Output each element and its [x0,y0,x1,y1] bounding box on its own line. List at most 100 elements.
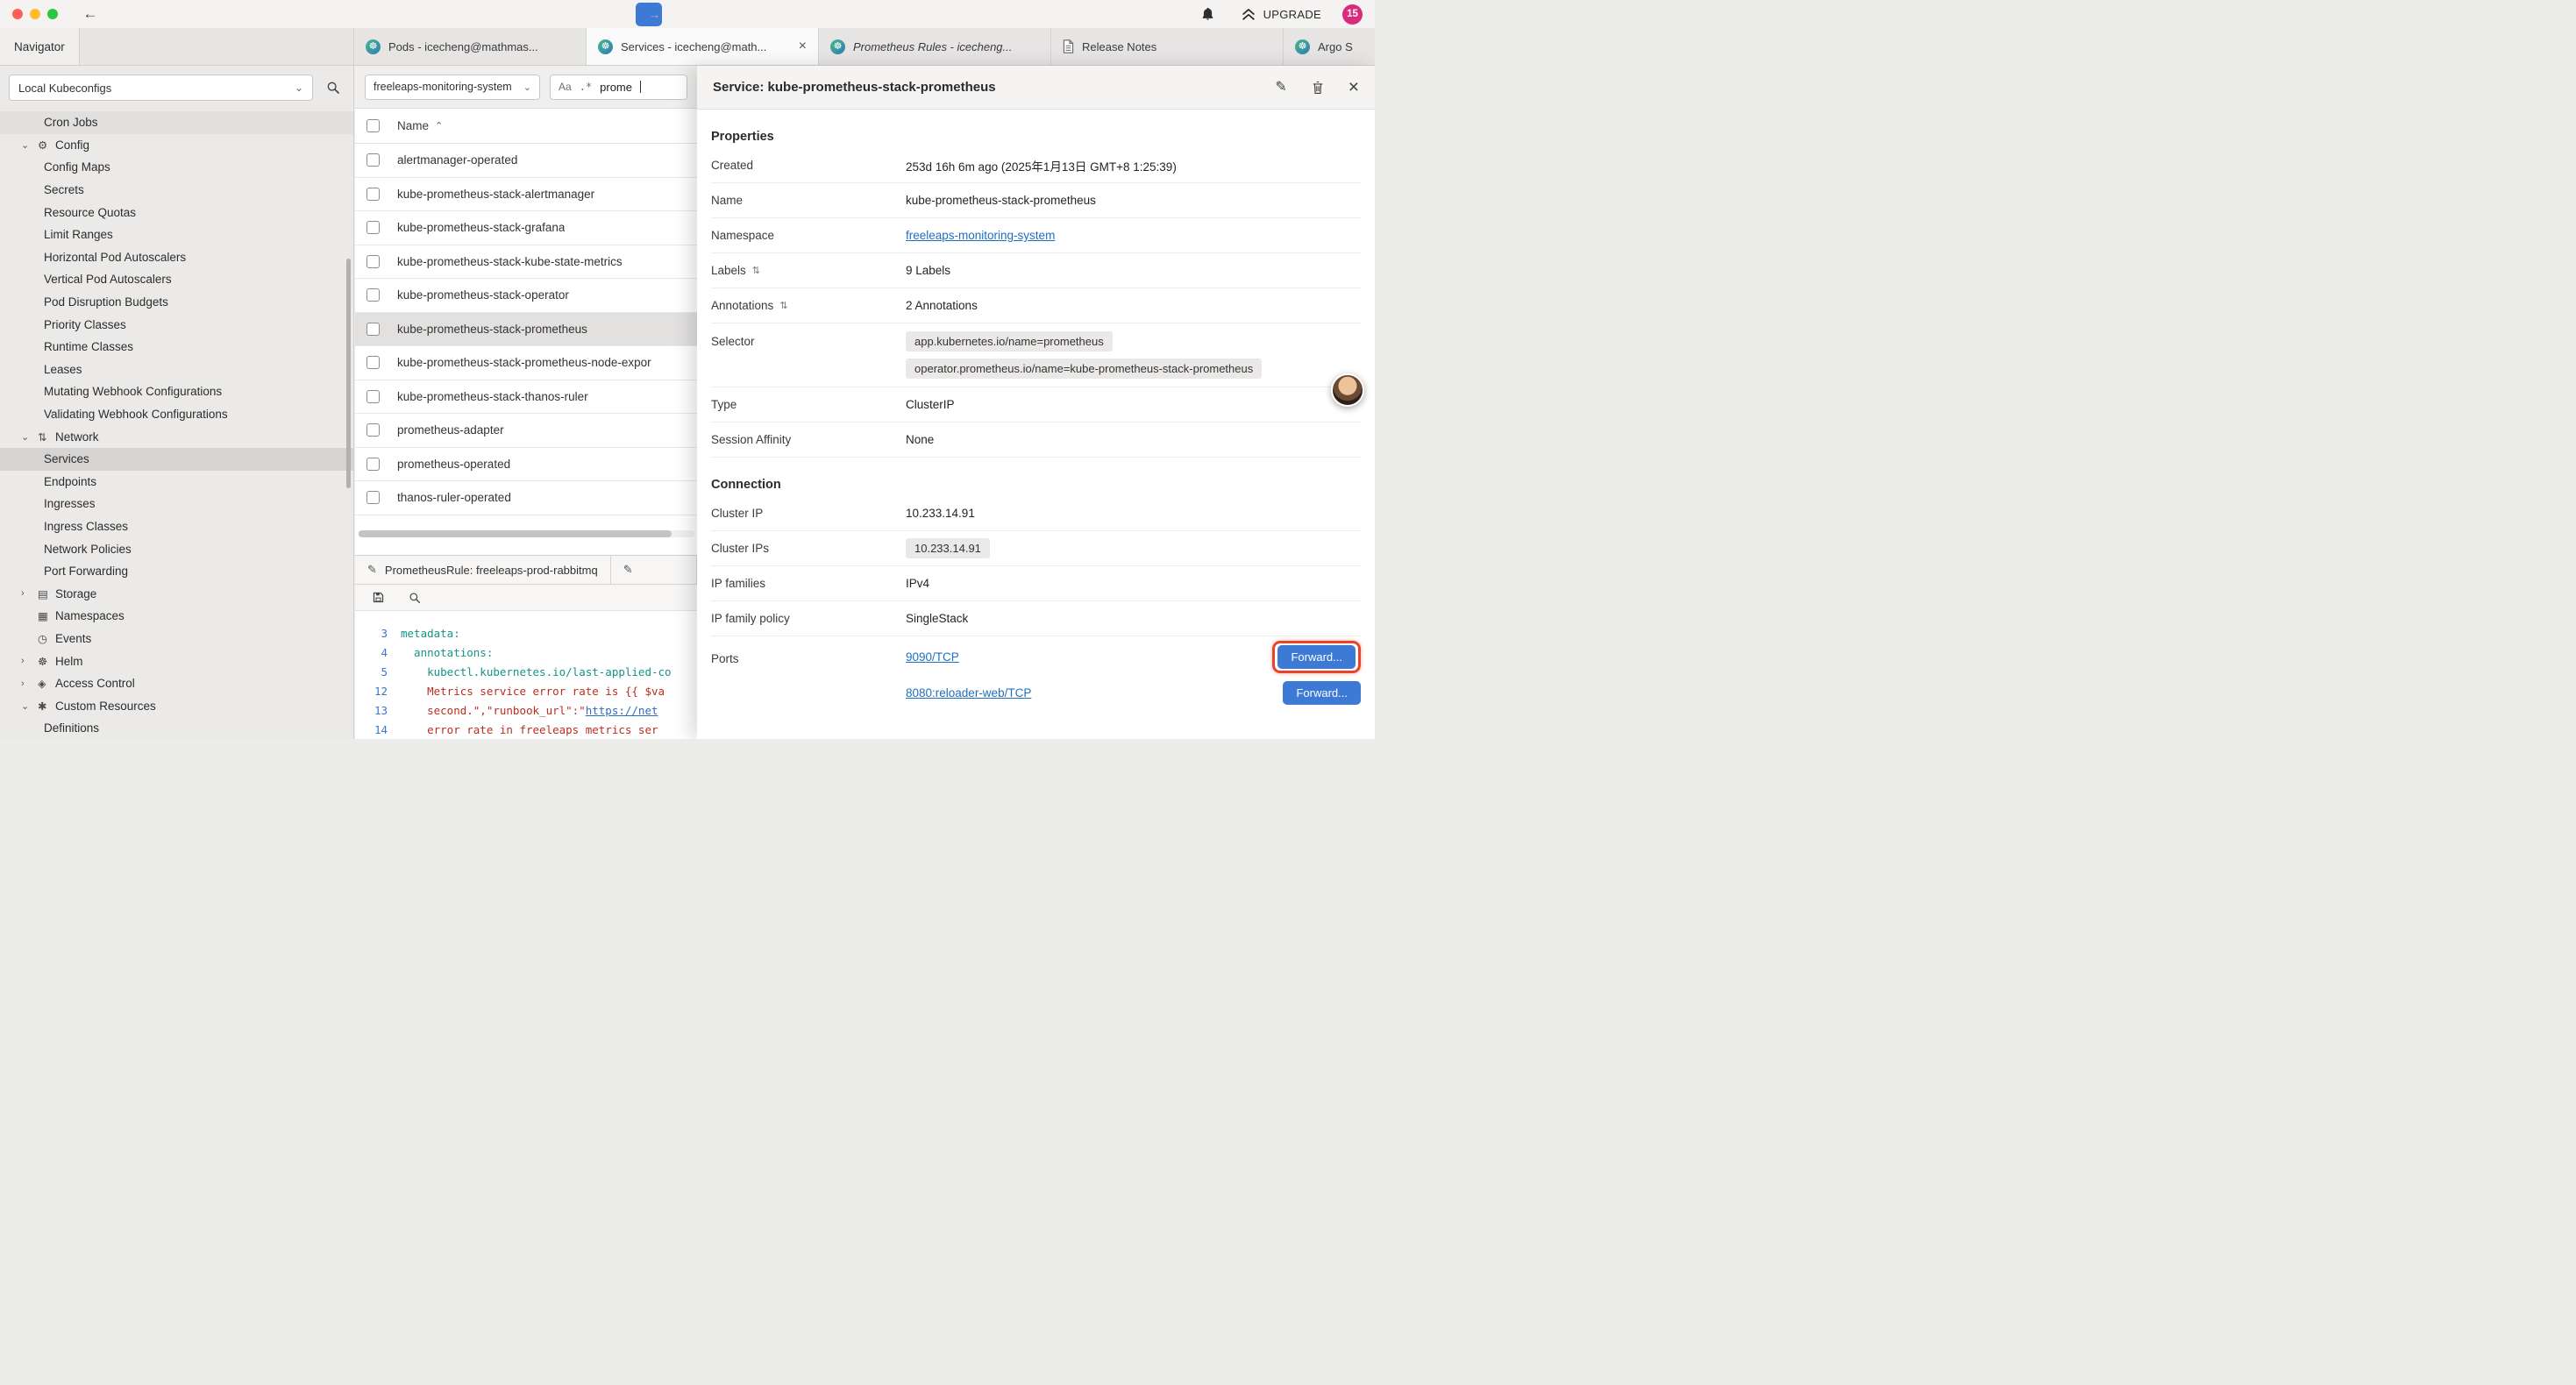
sidebar-item-storage[interactable]: › ▤ Storage [0,582,353,605]
close-icon[interactable]: × [1348,78,1359,96]
table-row[interactable]: kube-prometheus-stack-thanos-ruler [355,380,697,415]
horizontal-scrollbar[interactable] [358,530,694,537]
yaml-editor[interactable]: 3metadata: 4 annotations: 5 kubectl.kube… [355,611,697,739]
expand-collapse-icon[interactable]: ⇅ [779,300,787,311]
sidebar-item-network[interactable]: ⌄ ⇅ Network [0,425,353,448]
row-checkbox[interactable] [366,221,380,234]
row-checkbox[interactable] [366,323,380,336]
sidebar-item-vertical-pod-autoscalers[interactable]: Vertical Pod Autoscalers [0,268,353,291]
forward-button[interactable]: Forward... [1283,681,1361,705]
sidebar-item-port-forwarding[interactable]: Port Forwarding [0,560,353,583]
expand-collapse-icon[interactable]: ⇅ [752,265,760,276]
search-input[interactable]: Aa .* prome [550,75,687,100]
sidebar-item-leases[interactable]: Leases [0,359,353,381]
sidebar-item-limit-ranges[interactable]: Limit Ranges [0,224,353,246]
sidebar-item-helm[interactable]: › ☸ Helm [0,650,353,672]
sidebar-item-config-maps[interactable]: Config Maps [0,156,353,179]
sidebar-item-horizontal-pod-autoscalers[interactable]: Horizontal Pod Autoscalers [0,246,353,269]
sidebar-item-label: Config [55,138,89,152]
regex-toggle[interactable]: .* [580,81,592,93]
match-case-toggle[interactable]: Aa [559,81,572,93]
user-avatar[interactable] [1331,373,1364,407]
table-row[interactable]: kube-prometheus-stack-grafana [355,211,697,245]
tab-services[interactable]: ☸ Services - icecheng@math... × [587,28,819,65]
dock-tab-partial[interactable]: ✎ [611,556,697,584]
chevron-right-icon: › [21,656,38,666]
port-link-8080[interactable]: 8080:reloader-web/TCP [906,686,1031,700]
row-checkbox[interactable] [366,390,380,403]
row-checkbox[interactable] [366,188,380,201]
sidebar-item-label: Cron Jobs [44,116,98,129]
editor-search-icon[interactable] [403,586,426,609]
minimize-window-button[interactable] [30,9,40,19]
table-row[interactable]: prometheus-operated [355,448,697,482]
table-row[interactable]: kube-prometheus-stack-kube-state-metrics [355,245,697,280]
sidebar-item-config[interactable]: ⌄ ⚙ Config [0,134,353,157]
network-icon: ⇅ [38,430,55,444]
tab-pods[interactable]: ☸ Pods - icecheng@mathmas... [354,28,587,65]
line-number: 12 [355,685,401,698]
table-row[interactable]: prometheus-adapter [355,414,697,448]
column-header-name[interactable]: Name [397,119,429,132]
sidebar-item-ingress-classes[interactable]: Ingress Classes [0,515,353,538]
sidebar-item-resource-quotas[interactable]: Resource Quotas [0,201,353,224]
table-row[interactable]: kube-prometheus-stack-prometheus-node-ex… [355,346,697,380]
sidebar-search-icon[interactable] [322,76,345,99]
table-row[interactable]: kube-prometheus-stack-alertmanager [355,178,697,212]
scrollbar-thumb[interactable] [359,530,672,537]
sidebar-item-pod-disruption-budgets[interactable]: Pod Disruption Budgets [0,291,353,314]
table-row[interactable]: thanos-ruler-operated [355,481,697,515]
port-link-9090[interactable]: 9090/TCP [906,650,959,664]
close-tab-icon[interactable]: × [799,39,807,54]
sidebar-item-access-control[interactable]: › ◈ Access Control [0,672,353,695]
back-icon[interactable]: ← [79,5,102,23]
sidebar-item-endpoints[interactable]: Endpoints [0,471,353,494]
row-checkbox[interactable] [366,255,380,268]
dock-tab-prometheusrule[interactable]: ✎ PrometheusRule: freeleaps-prod-rabbitm… [355,556,611,584]
edit-pencil-icon[interactable]: ✎ [1275,81,1286,95]
sidebar-item-validating-webhook-configurations[interactable]: Validating Webhook Configurations [0,403,353,426]
sidebar-item-definitions[interactable]: Definitions [0,717,353,739]
kubeconfig-select[interactable]: Local Kubeconfigs ⌄ [9,75,313,101]
row-checkbox[interactable] [366,356,380,369]
namespace-link[interactable]: freeleaps-monitoring-system [906,229,1055,242]
forward-icon[interactable]: → [636,3,662,26]
sidebar-item-cron-jobs[interactable]: Cron Jobs [0,111,353,134]
close-window-button[interactable] [12,9,23,19]
tab-release-notes[interactable]: Release Notes [1051,28,1284,65]
notifications-bell-icon[interactable] [1197,3,1220,25]
sidebar-item-secrets[interactable]: Secrets [0,179,353,202]
sidebar-item-namespaces[interactable]: ▦ Namespaces [0,605,353,628]
row-checkbox[interactable] [366,288,380,302]
sidebar-item-runtime-classes[interactable]: Runtime Classes [0,336,353,359]
select-all-checkbox[interactable] [366,119,380,132]
upgrade-button[interactable]: UPGRADE [1241,7,1321,21]
kubernetes-icon: ☸ [366,39,381,54]
forward-button[interactable]: Forward... [1277,645,1356,669]
sidebar-item-network-policies[interactable]: Network Policies [0,537,353,560]
sidebar-item-ingresses[interactable]: Ingresses [0,493,353,515]
row-checkbox[interactable] [366,423,380,437]
namespace-select[interactable]: freeleaps-monitoring-system ⌄ [365,75,540,100]
sidebar-item-custom-resources[interactable]: ⌄ ✱ Custom Resources [0,694,353,717]
sidebar-scrollbar[interactable] [346,259,351,488]
table-row-selected[interactable]: kube-prometheus-stack-prometheus [355,313,697,347]
table-row[interactable]: kube-prometheus-stack-operator [355,279,697,313]
table-row[interactable]: alertmanager-operated [355,144,697,178]
sidebar-item-services[interactable]: Services [0,448,353,471]
maximize-window-button[interactable] [47,9,58,19]
sidebar-item-mutating-webhook-configurations[interactable]: Mutating Webhook Configurations [0,380,353,403]
cluster-ip-chip: 10.233.14.91 [906,538,990,558]
sidebar-item-events[interactable]: ◷ Events [0,628,353,650]
delete-trash-icon[interactable] [1312,81,1324,95]
editor-line: 5 kubectl.kubernetes.io/last-applied-co [355,662,697,681]
tab-prometheus-rules[interactable]: ☸ Prometheus Rules - icecheng... [819,28,1051,65]
notification-count-badge[interactable]: 15 [1342,4,1363,25]
tab-argo[interactable]: ☸ Argo S [1284,28,1375,65]
row-checkbox[interactable] [366,458,380,471]
tab-navigator[interactable]: Navigator [0,28,80,65]
sidebar-item-priority-classes[interactable]: Priority Classes [0,313,353,336]
row-checkbox[interactable] [366,491,380,504]
save-icon[interactable] [366,586,389,609]
row-checkbox[interactable] [366,153,380,167]
